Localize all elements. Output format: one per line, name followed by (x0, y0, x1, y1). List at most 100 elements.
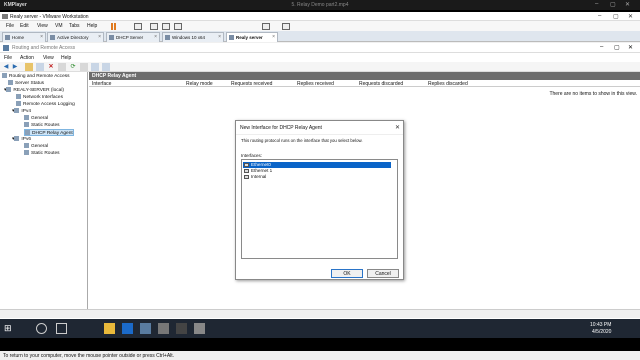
menu-file[interactable]: File (6, 23, 14, 29)
video-title: 5. Relay Demo part2.mp4 (291, 2, 349, 8)
unity-icon[interactable] (262, 23, 270, 30)
console-icon[interactable] (102, 63, 110, 71)
rra-close-icon[interactable]: ✕ (628, 44, 633, 51)
rra-app-icon (3, 45, 9, 51)
snapshot-icon[interactable] (150, 23, 158, 30)
rra-taskbar-icon[interactable] (140, 323, 151, 334)
manage-snapshots-icon[interactable] (174, 23, 182, 30)
interfaces-label: Interfaces: (241, 153, 263, 158)
task-view-icon[interactable] (56, 323, 67, 334)
menu-help[interactable]: Help (87, 23, 97, 29)
status-message: To return to your computer, move the mou… (3, 353, 175, 359)
tree-node-ipv4[interactable]: ▾ IPv4 (12, 108, 31, 115)
tree-node-dhcp-relay-agent[interactable]: DHCP Relay Agent (24, 129, 74, 136)
column-requests-received[interactable]: Requests received (231, 81, 272, 87)
column-requests-discarded[interactable]: Requests discarded (359, 81, 403, 87)
rra-maximize-icon[interactable]: ▢ (614, 44, 620, 51)
vm-icon (109, 35, 114, 40)
server-icon (6, 87, 12, 92)
rra-menu-view[interactable]: View (43, 55, 54, 61)
tree-node-server[interactable]: ▾ REALY-SERVER (local) (4, 87, 64, 94)
clock-time[interactable]: 10:43 PM (590, 322, 611, 328)
close-icon[interactable]: × (154, 34, 157, 40)
forward-icon[interactable]: ▶ (11, 63, 19, 71)
settings-taskbar-icon[interactable] (194, 323, 205, 334)
clock-date[interactable]: 4/5/2020 (592, 329, 611, 335)
tab-realy-server[interactable]: Realy server × (226, 32, 278, 42)
tree-node-ipv6-static-routes[interactable]: Static Routes (24, 150, 60, 157)
maximize-icon[interactable]: ▢ (610, 1, 616, 8)
tree-node-ipv4-static-routes[interactable]: Static Routes (24, 122, 60, 129)
general-icon (24, 143, 29, 148)
guest-taskbar: ⊞ 10:43 PM 4/5/2020 (0, 319, 640, 338)
cmd-taskbar-icon[interactable] (176, 323, 187, 334)
properties-icon[interactable] (58, 63, 66, 71)
close-icon[interactable]: × (272, 34, 275, 40)
windows-start-icon[interactable]: ⊞ (4, 323, 15, 334)
tab-windows-10[interactable]: Windows 10 x64 × (162, 32, 224, 42)
tab-home[interactable]: Home × (2, 32, 46, 42)
close-icon[interactable]: × (40, 34, 43, 40)
vmware-window: Realy server - VMware Workstation – ▢ ✕ … (0, 12, 640, 338)
relay-icon (25, 130, 30, 135)
vm-icon (165, 35, 170, 40)
tree-node-rra-root[interactable]: Routing and Remote Access (2, 73, 70, 80)
tab-active-directory[interactable]: Active Directory × (47, 32, 104, 42)
rra-menu-file[interactable]: File (4, 55, 12, 61)
tree-node-ipv6-general[interactable]: General (24, 143, 48, 150)
column-interface[interactable]: Interface (92, 81, 111, 87)
close-icon[interactable]: × (218, 34, 221, 40)
interface-item-internal[interactable]: Internal (243, 174, 391, 180)
vmware-close-icon[interactable]: ✕ (628, 13, 633, 20)
column-replies-discarded[interactable]: Replies discarded (428, 81, 468, 87)
close-icon[interactable]: × (98, 34, 101, 40)
pause-icon[interactable] (110, 23, 117, 30)
show-tree-icon[interactable] (36, 63, 44, 71)
new-interface-dialog: New Interface for DHCP Relay Agent ✕ Thi… (235, 120, 404, 280)
file-explorer-icon[interactable] (104, 323, 115, 334)
vmware-minimize-icon[interactable]: – (598, 13, 601, 19)
app-taskbar-icon[interactable] (158, 323, 169, 334)
column-replies-received[interactable]: Replies received (297, 81, 334, 87)
cortana-icon[interactable] (36, 323, 47, 334)
pane-title: DHCP Relay Agent (89, 72, 640, 80)
close-icon[interactable]: ✕ (395, 124, 400, 131)
menu-tabs[interactable]: Tabs (69, 23, 80, 29)
interfaces-list[interactable]: Ethernet0 Ethernet 1 Internal (241, 159, 398, 259)
menu-edit[interactable]: Edit (20, 23, 29, 29)
dialog-divider (236, 134, 403, 135)
ok-button[interactable]: OK (331, 269, 363, 278)
protocol-icon (14, 136, 20, 141)
network-adapter-icon (244, 175, 249, 179)
rra-minimize-icon[interactable]: – (600, 44, 603, 50)
refresh-icon[interactable]: ⟳ (69, 63, 77, 71)
send-keys-icon[interactable] (134, 23, 142, 30)
fullscreen-icon[interactable] (282, 23, 290, 30)
tree-node-ipv4-general[interactable]: General (24, 115, 48, 122)
revert-icon[interactable] (162, 23, 170, 30)
vmware-title: Realy server - VMware Workstation (10, 14, 89, 20)
tab-dhcp-server[interactable]: DHCP Server × (106, 32, 160, 42)
protocol-icon (14, 108, 20, 113)
cancel-button[interactable]: Cancel (367, 269, 399, 278)
close-icon[interactable]: ✕ (625, 1, 630, 8)
help-icon[interactable] (91, 63, 99, 71)
menu-vm[interactable]: VM (55, 23, 63, 29)
server-manager-icon[interactable] (122, 323, 133, 334)
rra-title: Routing and Remote Access (12, 45, 76, 51)
export-icon[interactable] (80, 63, 88, 71)
minimize-icon[interactable]: – (595, 1, 598, 7)
vmware-maximize-icon[interactable]: ▢ (613, 13, 619, 20)
tree-node-network-interfaces[interactable]: Network Interfaces (16, 94, 63, 101)
tree-node-remote-access-logging[interactable]: Remote Access Logging (16, 101, 75, 108)
tree-node-server-status[interactable]: Server Status (8, 80, 44, 87)
menu-view[interactable]: View (37, 23, 48, 29)
up-folder-icon[interactable] (25, 63, 33, 71)
column-relay-mode[interactable]: Relay mode (186, 81, 213, 87)
tree-node-ipv6[interactable]: ▾ IPv6 (12, 136, 31, 143)
rra-menu-help[interactable]: Help (61, 55, 71, 61)
delete-icon[interactable]: ✕ (47, 63, 55, 71)
vmware-menubar: File Edit View VM Tabs Help (0, 21, 640, 31)
back-icon[interactable]: ◀ (2, 63, 10, 71)
rra-menu-action[interactable]: Action (20, 55, 34, 61)
